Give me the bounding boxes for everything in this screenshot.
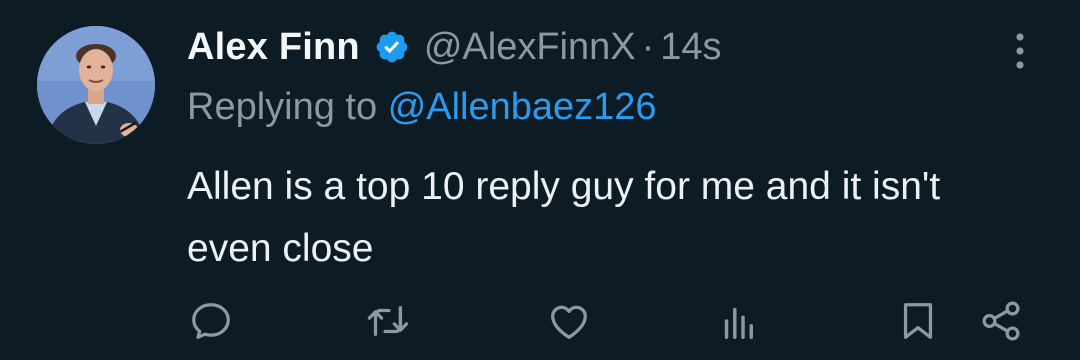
views-icon[interactable] — [716, 298, 762, 344]
replying-to-label: Replying to — [187, 86, 378, 128]
replying-to: Replying to @Allenbaez126 — [187, 86, 657, 129]
share-icon[interactable] — [978, 298, 1024, 344]
avatar-image — [37, 26, 155, 144]
reply-target-link[interactable]: @Allenbaez126 — [388, 86, 657, 128]
author-handle[interactable]: @AlexFinnX — [424, 26, 636, 69]
tweet-text: Allen is a top 10 reply guy for me and i… — [187, 165, 941, 270]
bookmark-icon[interactable] — [895, 298, 941, 344]
avatar[interactable] — [37, 26, 155, 144]
tweet-header: Alex Finn @AlexFinnX · 14s — [187, 22, 722, 72]
author-display-name[interactable]: Alex Finn — [187, 26, 360, 69]
reply-icon[interactable] — [188, 298, 234, 344]
like-icon[interactable] — [546, 298, 592, 344]
tweet-timestamp[interactable]: 14s — [660, 26, 721, 69]
retweet-icon[interactable] — [364, 298, 410, 344]
header-separator: · — [641, 25, 655, 68]
verified-badge-icon — [374, 29, 410, 65]
more-vertical-icon[interactable] — [1008, 30, 1032, 72]
